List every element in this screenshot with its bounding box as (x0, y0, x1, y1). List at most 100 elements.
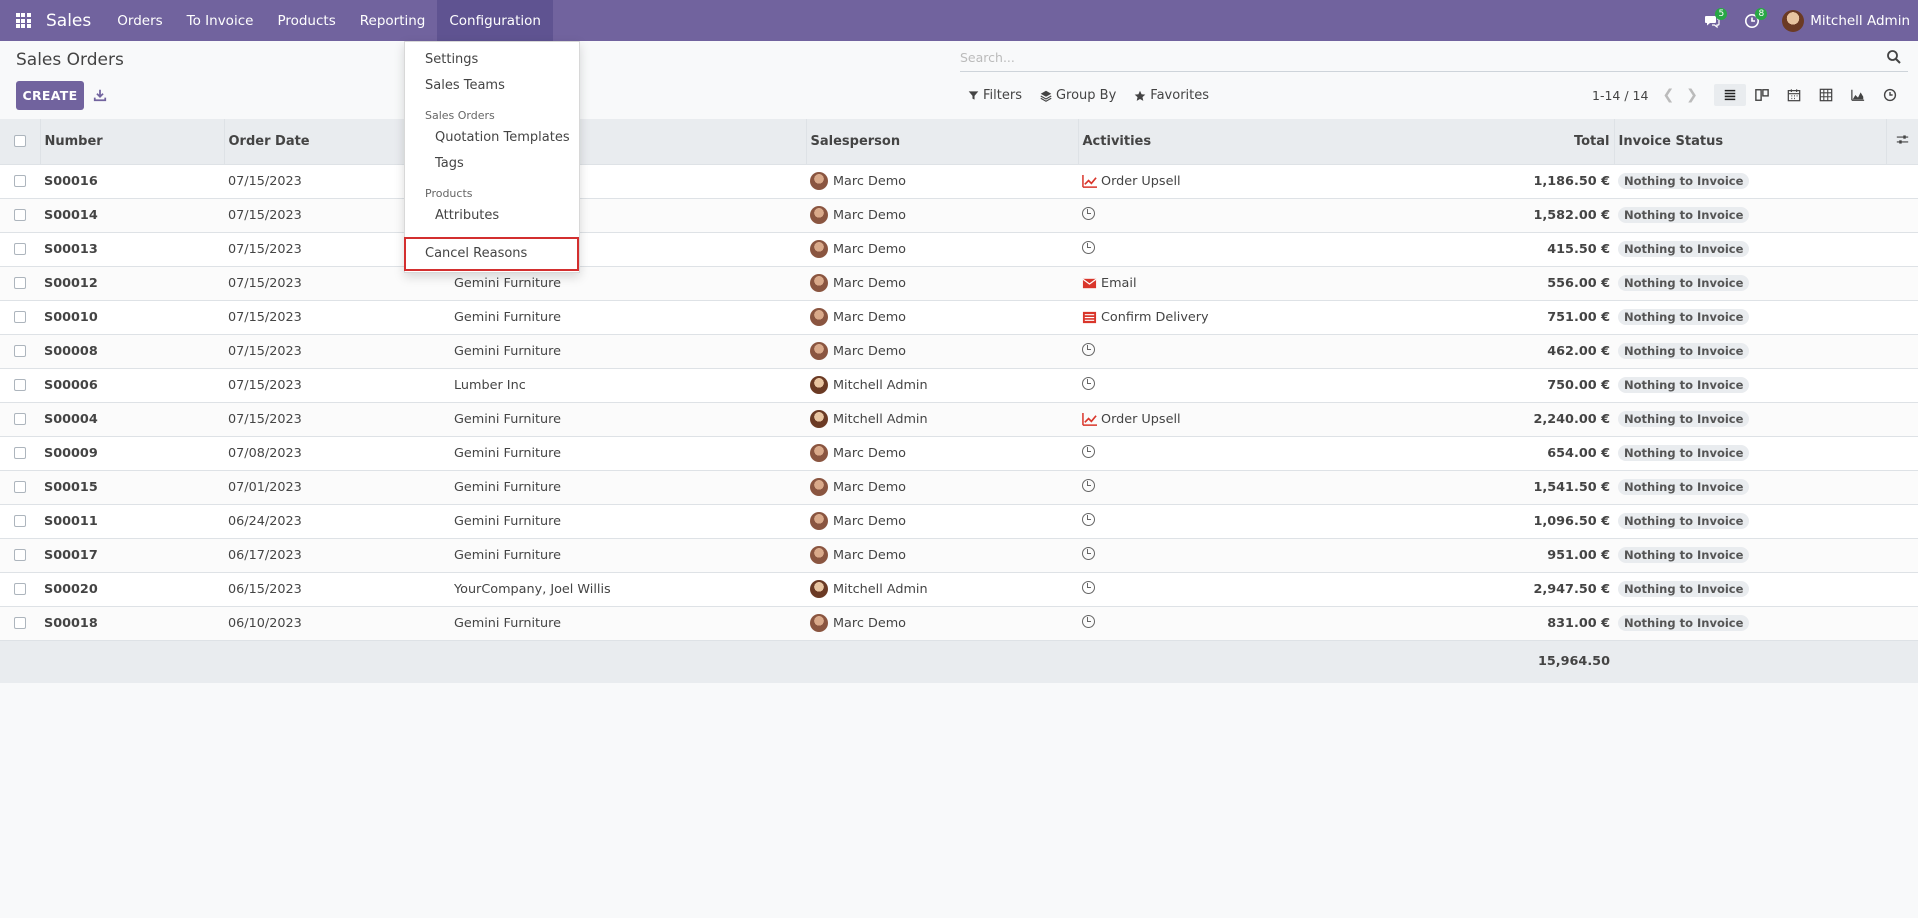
pager-previous-icon[interactable]: ❮ (1662, 87, 1674, 103)
cell-activity: Email (1078, 265, 1372, 300)
cell-order-date: 07/08/2023 (224, 435, 450, 470)
messages-button[interactable]: 5 (1692, 0, 1732, 41)
activities-button[interactable]: 8 (1732, 0, 1772, 41)
avatar (810, 274, 828, 292)
salesperson-name: Marc Demo (833, 343, 906, 359)
row-checkbox[interactable] (14, 175, 26, 187)
graph-view-button[interactable] (1842, 84, 1874, 106)
list-view-button[interactable] (1714, 84, 1746, 106)
star-icon (1134, 90, 1146, 101)
kanban-view-button[interactable] (1746, 84, 1778, 106)
column-total[interactable]: Total (1372, 119, 1615, 164)
app-menu-button[interactable] (0, 0, 46, 41)
cell-activity (1078, 503, 1372, 538)
table-row[interactable]: S00013 07/15/2023 Marc Demo 415.50 € Nothing… (0, 231, 1918, 266)
row-checkbox[interactable] (14, 209, 26, 221)
clock-icon[interactable] (1082, 206, 1095, 220)
status-badge: Nothing to Invoice (1618, 513, 1750, 529)
clock-icon[interactable] (1082, 376, 1095, 390)
cell-salesperson: Marc Demo (810, 172, 1074, 190)
cell-activity (1078, 231, 1372, 266)
table-row[interactable]: S00014 07/15/2023 Marc Demo 1,582.00 € Nothi… (0, 197, 1918, 232)
menu-reporting[interactable]: Reporting (348, 0, 438, 41)
menu-item-settings[interactable]: Settings (425, 52, 478, 67)
search-icon[interactable] (1886, 49, 1902, 65)
pager-next-icon[interactable]: ❯ (1686, 87, 1698, 103)
table-row[interactable]: S00016 07/15/2023 Marc Demo Order Upsell 1,1… (0, 163, 1918, 198)
cell-number: S00013 (40, 231, 224, 266)
row-checkbox[interactable] (14, 413, 26, 425)
truck-icon (1082, 311, 1097, 323)
row-checkbox[interactable] (14, 549, 26, 561)
menu-item-tags[interactable]: Tags (435, 156, 464, 171)
status-badge: Nothing to Invoice (1618, 343, 1750, 359)
clock-icon[interactable] (1082, 342, 1095, 356)
row-checkbox[interactable] (14, 345, 26, 357)
menu-item-sales-teams[interactable]: Sales Teams (425, 78, 505, 93)
table-row[interactable]: S00010 07/15/2023 Gemini Furniture Marc Dem… (0, 299, 1918, 334)
create-button[interactable]: CREATE (16, 81, 84, 110)
column-salesperson[interactable]: Salesperson (806, 119, 1079, 164)
avatar (810, 512, 828, 530)
menu-configuration[interactable]: Configuration (437, 0, 553, 41)
clock-icon[interactable] (1082, 478, 1095, 492)
favorites-toggle[interactable]: Favorites (1134, 88, 1209, 103)
pager-value[interactable]: 1-14 / 14 (1592, 88, 1648, 103)
cell-total: 750.00 € (1372, 367, 1614, 402)
activity-badge[interactable]: Order Upsell (1082, 174, 1368, 189)
column-invoice-status[interactable]: Invoice Status (1614, 119, 1887, 164)
groupby-toggle[interactable]: Group By (1040, 88, 1116, 103)
column-number[interactable]: Number (40, 119, 225, 164)
clock-icon[interactable] (1082, 512, 1095, 526)
clock-icon[interactable] (1082, 240, 1095, 254)
table-row[interactable]: S00006 07/15/2023 Lumber Inc Mitchell Admin… (0, 367, 1918, 402)
menu-to-invoice[interactable]: To Invoice (175, 0, 266, 41)
activity-badge[interactable]: Order Upsell (1082, 412, 1368, 427)
table-row[interactable]: S00015 07/01/2023 Gemini Furniture Marc Dem… (0, 469, 1918, 504)
calendar-view-icon (1787, 89, 1801, 102)
table-row[interactable]: S00020 06/15/2023 YourCompany, Joel Willis… (0, 571, 1918, 606)
row-checkbox[interactable] (14, 515, 26, 527)
select-all-checkbox[interactable] (13, 135, 26, 148)
row-checkbox[interactable] (14, 617, 26, 629)
row-checkbox[interactable] (14, 447, 26, 459)
table-row[interactable]: S00017 06/17/2023 Gemini Furniture Marc Dem… (0, 537, 1918, 572)
table-row[interactable]: S00012 07/15/2023 Gemini Furniture Marc Dem… (0, 265, 1918, 300)
activity-view-button[interactable] (1874, 84, 1906, 106)
row-checkbox[interactable] (14, 379, 26, 391)
app-brand[interactable]: Sales (46, 11, 91, 31)
menu-orders[interactable]: Orders (105, 0, 174, 41)
table-row[interactable]: S00004 07/15/2023 Gemini Furniture Mitchell… (0, 401, 1918, 436)
cell-customer: Lumber Inc (450, 367, 806, 402)
clock-icon[interactable] (1082, 444, 1095, 458)
search-input[interactable] (960, 45, 1860, 69)
calendar-view-button[interactable] (1778, 84, 1810, 106)
row-checkbox[interactable] (14, 311, 26, 323)
clock-icon[interactable] (1082, 546, 1095, 560)
clock-icon[interactable] (1082, 614, 1095, 628)
menu-item-quotation-templates[interactable]: Quotation Templates (435, 130, 570, 145)
cell-number: S00012 (40, 265, 224, 300)
filters-toggle[interactable]: Filters (968, 88, 1022, 103)
download-button[interactable] (91, 86, 109, 104)
row-checkbox[interactable] (14, 583, 26, 595)
salesperson-name: Mitchell Admin (833, 581, 928, 597)
row-checkbox[interactable] (14, 243, 26, 255)
clock-icon[interactable] (1082, 580, 1095, 594)
activity-badge[interactable]: Confirm Delivery (1082, 310, 1368, 325)
cell-total: 831.00 € (1372, 605, 1614, 640)
pivot-view-button[interactable] (1810, 84, 1842, 106)
menu-item-attributes[interactable]: Attributes (435, 208, 499, 223)
table-row[interactable]: S00008 07/15/2023 Gemini Furniture Marc Dem… (0, 333, 1918, 368)
activity-label: Email (1101, 275, 1137, 291)
menu-products[interactable]: Products (265, 0, 347, 41)
table-row[interactable]: S00011 06/24/2023 Gemini Furniture Marc Dem… (0, 503, 1918, 538)
activity-badge[interactable]: Email (1082, 276, 1368, 291)
row-checkbox[interactable] (14, 277, 26, 289)
user-menu[interactable]: Mitchell Admin (1772, 9, 1910, 32)
column-activities[interactable]: Activities (1078, 119, 1372, 164)
optional-columns-icon[interactable] (1896, 133, 1909, 146)
table-row[interactable]: S00018 06/10/2023 Gemini Furniture Marc Dem… (0, 605, 1918, 640)
table-row[interactable]: S00009 07/08/2023 Gemini Furniture Marc Dem… (0, 435, 1918, 470)
row-checkbox[interactable] (14, 481, 26, 493)
